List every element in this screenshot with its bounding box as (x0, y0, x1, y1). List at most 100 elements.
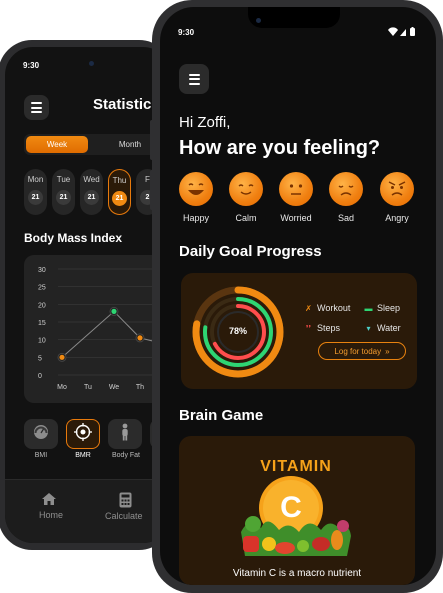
gauge-icon (31, 422, 51, 447)
worried-face-icon (289, 184, 303, 195)
data-point[interactable] (137, 335, 143, 341)
legend-water-label: Water (377, 323, 401, 333)
y-tick-label: 10 (38, 338, 46, 345)
y-tick-label: 25 (38, 285, 46, 292)
menu-icon-bar (31, 111, 42, 113)
legend-steps-label: Steps (317, 323, 341, 333)
mood-label-angry: Angry (385, 213, 409, 223)
day-number: 21 (112, 191, 127, 206)
goal-percent: 78% (228, 326, 247, 336)
legend-sleep: ▬ Sleep (364, 303, 401, 313)
day-label: Tue (56, 175, 71, 184)
x-tick-label: Th (136, 384, 144, 391)
legend-workout: ✗ Workout (304, 303, 350, 313)
mood-question: How are you feeling? (179, 137, 381, 159)
period-segmented-control: Week Month (24, 134, 171, 155)
angry-face-icon (388, 181, 406, 196)
metric-tile-bmr[interactable] (66, 419, 100, 449)
legend-water: ▾ Water (364, 323, 401, 333)
page-title: Statistics (93, 96, 160, 113)
camera-dot (89, 61, 94, 66)
status-time: 9:30 (178, 28, 195, 37)
day-label: Wed (83, 175, 100, 184)
metric-tile-body-fat[interactable] (108, 419, 142, 449)
y-tick-label: 30 (38, 267, 46, 274)
y-tick-label: 20 (38, 302, 46, 309)
day-chip-mon[interactable]: Mon 21 (24, 169, 47, 215)
mood-label-sad: Sad (337, 213, 354, 223)
x-tick-label: We (109, 384, 119, 391)
mood-label-happy: Happy (182, 213, 209, 223)
body-icon (115, 422, 135, 447)
y-tick-label: 5 (38, 355, 42, 362)
menu-icon-bar (31, 106, 42, 109)
mood-label-calm: Calm (235, 213, 257, 223)
status-time: 9:30 (23, 61, 40, 70)
bmi-title: Body Mass Index (24, 231, 123, 245)
greeting: Hi Zoffi, (179, 114, 231, 131)
target-icon (73, 422, 93, 447)
bottom-nav: Home Calculate (5, 479, 171, 543)
menu-icon-bar (188, 73, 200, 76)
legend-workout-label: Workout (317, 303, 351, 313)
week-tab[interactable]: Week (26, 136, 88, 153)
day-label: Thu (112, 176, 127, 185)
log-button-label: Log for today (334, 346, 382, 356)
double-chevron-right-icon: » (385, 346, 390, 356)
metric-label-body-fat: Body Fat (111, 452, 140, 459)
signal-battery-icon (388, 27, 415, 36)
x-tick-label: Mo (57, 384, 67, 391)
bed-icon: ▬ (364, 303, 373, 313)
nav-home-label: Home (39, 510, 64, 520)
legend-sleep-label: Sleep (377, 303, 401, 313)
legend-steps: ❜❜ Steps (304, 323, 340, 333)
mood-sad-button[interactable] (329, 172, 363, 206)
dumbbell-icon: ✗ (305, 303, 312, 313)
mood-label-worried: Worried (280, 213, 312, 223)
day-chip-tue[interactable]: Tue 21 (52, 169, 75, 215)
day-number: 21 (56, 190, 71, 205)
calculator-icon (119, 492, 132, 513)
game-caption: Vitamin C is a macro nutrient (232, 568, 362, 579)
y-tick-label: 15 (38, 320, 46, 327)
data-point[interactable] (111, 308, 117, 314)
menu-icon-bar (188, 78, 200, 80)
goal-section-title: Daily Goal Progress (179, 243, 322, 260)
mood-calm-button[interactable] (229, 172, 263, 206)
brain-game-title: Brain Game (179, 407, 264, 424)
day-label: Mon (27, 175, 44, 184)
mood-angry-button[interactable] (380, 172, 414, 206)
footsteps-icon: ❜❜ (305, 323, 312, 333)
log-for-today-button[interactable]: Log for today » (318, 342, 406, 360)
sad-face-icon (338, 185, 354, 196)
happy-face-icon (188, 183, 204, 195)
brain-game-card[interactable]: VITAMIN C Vitamin C is a macro nutrient (179, 436, 415, 585)
menu-icon-bar (31, 102, 42, 104)
mood-worried-button[interactable] (279, 172, 313, 206)
nav-calculate-label: Calculate (105, 511, 143, 521)
game-letter: C (280, 491, 302, 524)
bmi-chart: 30 25 20 15 10 5 0 Mo Tu We Th (24, 255, 171, 403)
day-chip-thu[interactable]: Thu 21 (108, 169, 131, 215)
x-tick-label: Tu (84, 384, 92, 391)
metric-label-bmi: BMI (34, 452, 48, 459)
day-number: 21 (28, 190, 43, 205)
menu-button[interactable] (24, 95, 49, 120)
menu-button[interactable] (179, 64, 209, 94)
home-icon (41, 492, 57, 511)
goal-progress-card: 78% ✗ Workout ▬ Sleep ❜❜ Steps ▾ Water L… (181, 273, 417, 389)
data-point[interactable] (59, 354, 65, 360)
front-phone-screen: 9:30 Hi Zoffi, How are you feeling? Happ… (160, 7, 436, 585)
day-number: 21 (84, 190, 99, 205)
notch (248, 7, 340, 28)
mood-happy-button[interactable] (179, 172, 213, 206)
calm-face-icon (238, 184, 254, 195)
camera-dot (256, 18, 261, 23)
menu-icon-bar (188, 82, 200, 85)
day-chip-wed[interactable]: Wed 21 (80, 169, 103, 215)
water-glass-icon: ▾ (366, 323, 371, 333)
game-word: VITAMIN (260, 458, 332, 475)
bmi-chart-svg: 30 25 20 15 10 5 0 Mo Tu We Th (38, 267, 171, 391)
metric-tile-bmi[interactable] (24, 419, 58, 449)
back-phone-screen: 9:30 Statistics Week Month Mon 21 Tue 21… (5, 47, 171, 543)
